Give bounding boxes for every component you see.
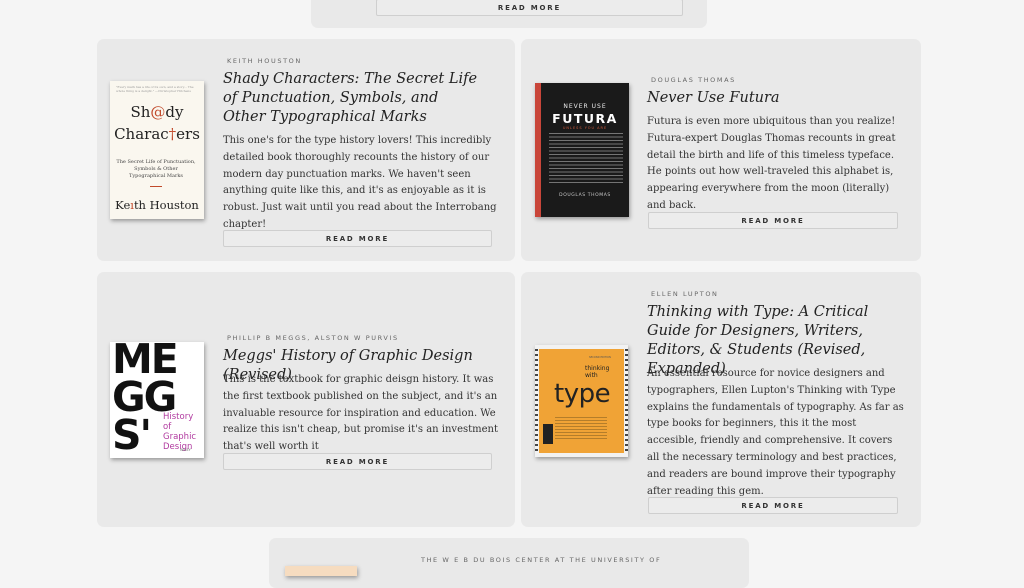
- cover-small-book: [543, 424, 553, 444]
- book-author: THE W E B DU BOIS CENTER AT THE UNIVERSI…: [421, 556, 662, 564]
- cover-film-edge-left: [535, 349, 538, 453]
- book-description: An essential resource for novice designe…: [647, 368, 904, 497]
- book-author: KEITH HOUSTON: [227, 57, 302, 65]
- cover-title-line2: Charac†ers: [114, 125, 200, 143]
- cover-title-of: of: [163, 422, 172, 432]
- cover-letters-line3: S': [112, 411, 152, 458]
- book-cover-meggs-history[interactable]: ME GG S' History of Graphic Design WILEY: [110, 342, 204, 458]
- cover-top-text: NEVER USE: [563, 103, 607, 110]
- book-author: ELLEN LUPTON: [651, 290, 719, 298]
- cover-title-history: History: [163, 412, 194, 422]
- book-author: PHILLIP B MEGGS, ALSTON W PURVIS: [227, 334, 399, 342]
- read-more-button[interactable]: READ MORE: [376, 0, 683, 16]
- book-description: Futura is even more ubiquitous than you …: [647, 116, 896, 211]
- cover-publisher: WILEY: [180, 448, 191, 452]
- cover-text-lines: [549, 133, 623, 183]
- read-more-button[interactable]: READ MORE: [648, 497, 898, 514]
- cover-author: Keıth Houston: [115, 198, 199, 212]
- cover-text-lines: [555, 417, 607, 439]
- book-title[interactable]: Never Use Futura: [647, 89, 907, 108]
- cover-title: FUTURA: [552, 111, 618, 126]
- book-cover-never-use-futura[interactable]: NEVER USE FUTURA UNLESS YOU ARE DOUGLAS …: [535, 83, 629, 217]
- book-title[interactable]: Shady Characters: The Secret Life of Pun…: [223, 70, 483, 127]
- book-cover-shady-characters[interactable]: "Every mark has a life of its own, and a…: [110, 81, 204, 219]
- cover-thinking-with: thinking with: [585, 365, 610, 379]
- book-cover-partial[interactable]: [285, 566, 357, 576]
- cover-subtitle: The Secret Life of Punctuation, Symbols …: [116, 159, 196, 179]
- book-cover-thinking-with-type[interactable]: SECOND EDITION thinking with type: [535, 345, 628, 457]
- read-more-button[interactable]: READ MORE: [223, 230, 492, 247]
- read-more-button[interactable]: READ MORE: [223, 453, 492, 470]
- cover-author: DOUGLAS THOMAS: [559, 193, 611, 198]
- book-author: DOUGLAS THOMAS: [651, 76, 736, 84]
- cover-title-line1: Sh@dy: [130, 103, 184, 121]
- book-description: This is the textbook for graphic deisgn …: [223, 374, 499, 453]
- cover-film-edge-right: [625, 349, 628, 453]
- cover-rule: [150, 186, 162, 187]
- read-more-button[interactable]: READ MORE: [648, 212, 898, 229]
- book-description: This one's for the type history lovers! …: [223, 135, 497, 230]
- cover-edition: SECOND EDITION: [589, 356, 611, 359]
- cover-type: type: [554, 379, 611, 409]
- cover-blurb: "Every mark has a life of its own, and a…: [116, 85, 194, 93]
- cover-tagline: UNLESS YOU ARE: [562, 126, 608, 130]
